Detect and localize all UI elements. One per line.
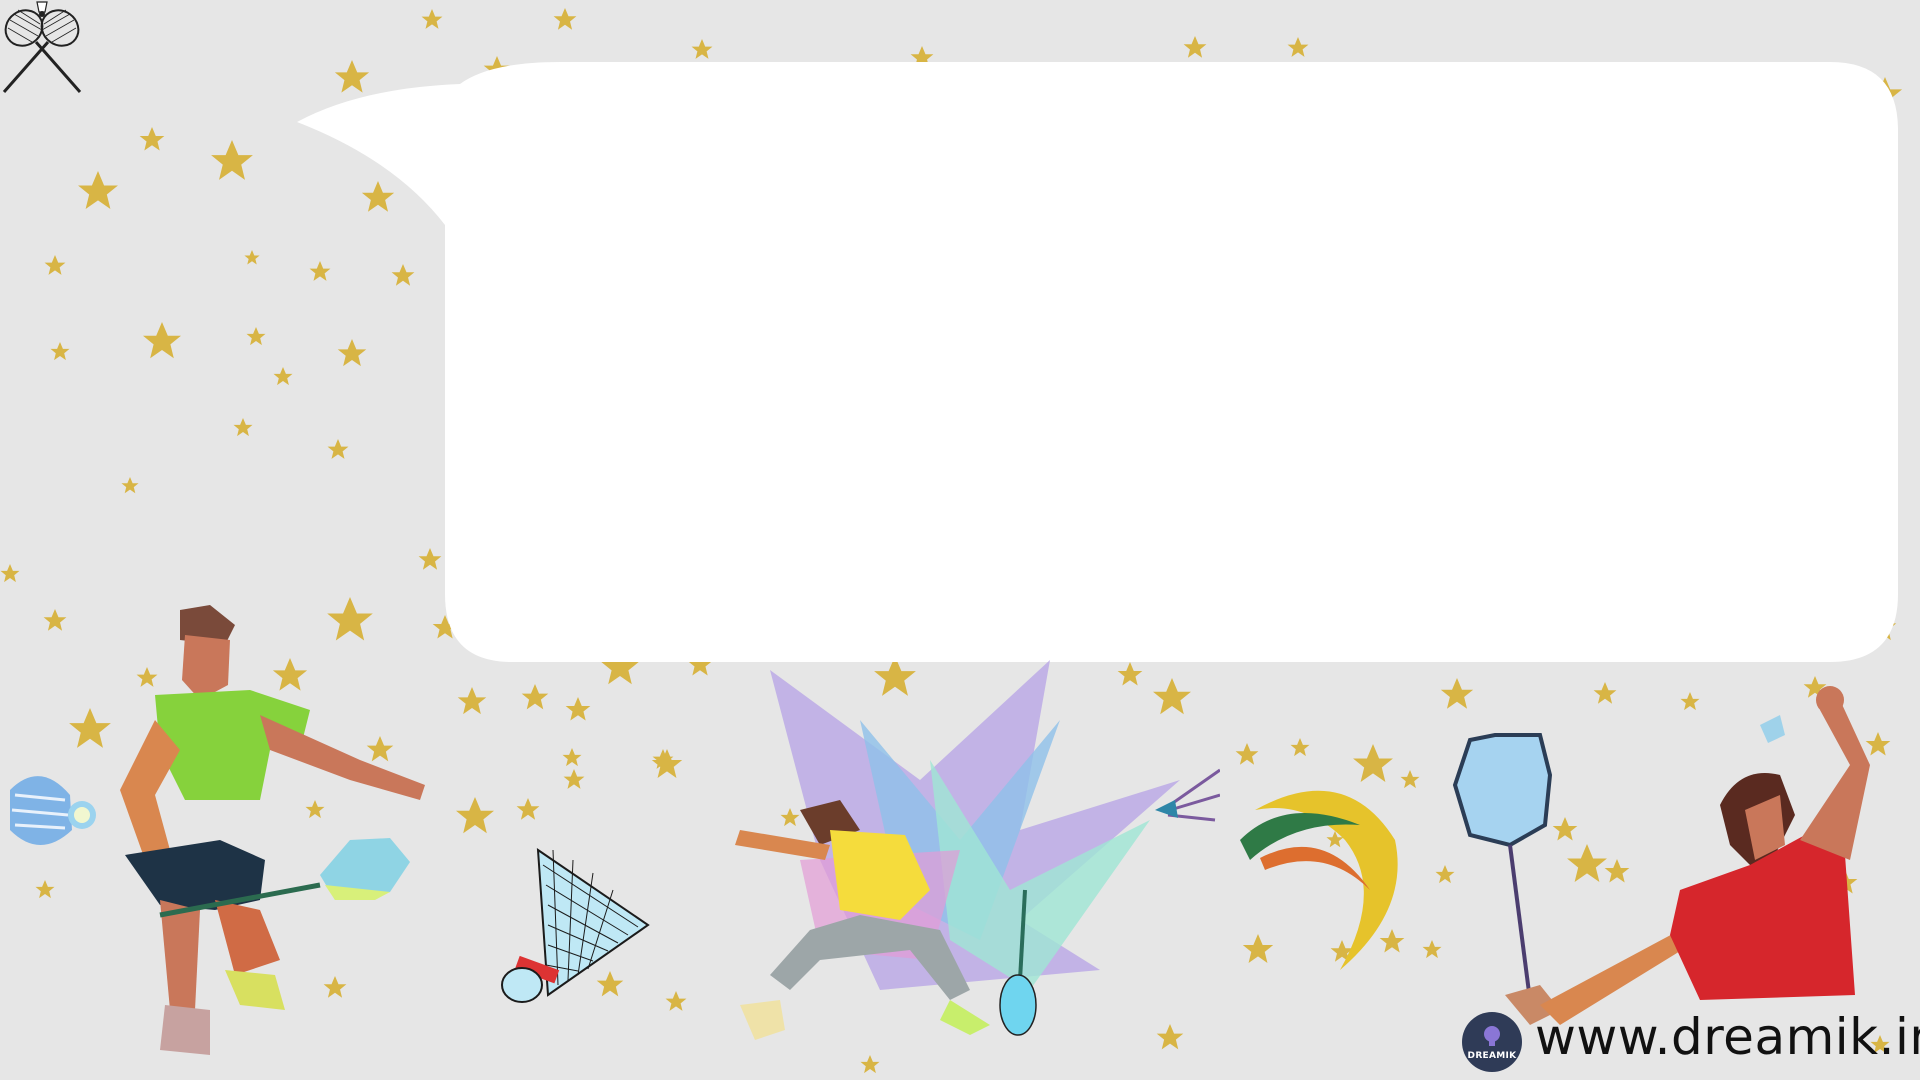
player-art — [735, 660, 1220, 1040]
shuttlecock-icon — [10, 776, 96, 845]
player-art — [120, 605, 425, 1055]
logo-text: DREAMIK — [1467, 1051, 1517, 1061]
dreamik-logo: DREAMIK — [1462, 1012, 1522, 1072]
website-link[interactable]: www.dreamik.in — [1535, 1008, 1920, 1066]
swoosh-decoration — [1240, 790, 1398, 970]
crossed-rackets-icon — [2, 1, 82, 93]
worksheet-canvas: DREAMIK www.dreamik.in — [0, 0, 1920, 1080]
shuttlecock-icon — [501, 848, 650, 1003]
brain-icon — [1484, 1026, 1500, 1046]
player-art — [1452, 686, 1870, 1025]
